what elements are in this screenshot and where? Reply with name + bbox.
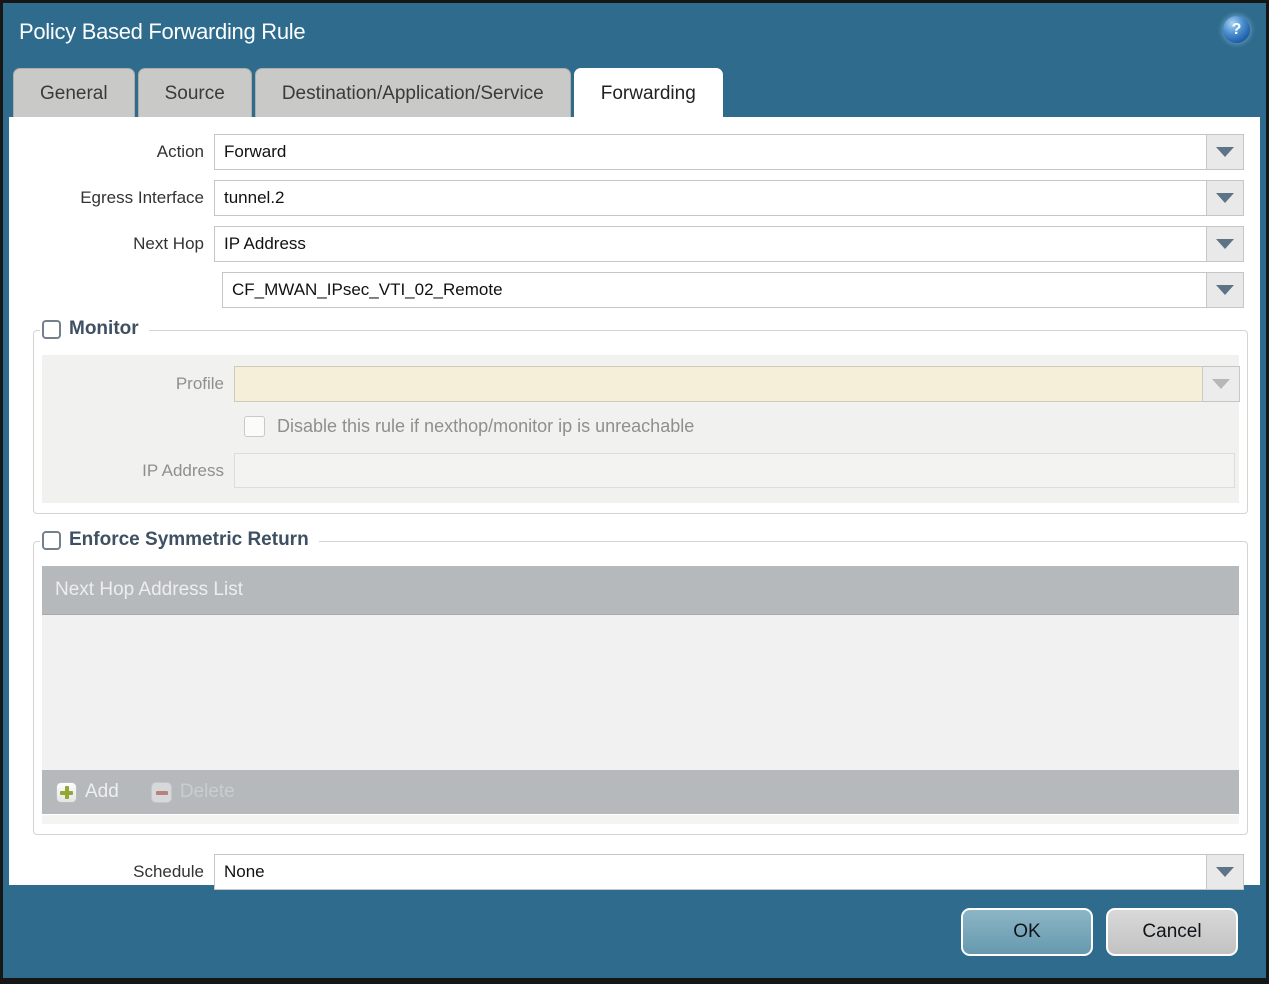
egress-interface-dropdown-button[interactable] — [1207, 180, 1244, 216]
monitor-ip-address-row: IP Address — [42, 453, 1239, 488]
next-hop-row: Next Hop IP Address — [9, 226, 1260, 262]
action-row: Action Forward — [9, 134, 1260, 170]
next-hop-type-dropdown-button[interactable] — [1207, 226, 1244, 262]
monitor-panel: Profile Disable this rule if nexthop/mon… — [42, 355, 1240, 503]
next-hop-address-table: Next Hop Address List Add Delete — [42, 566, 1239, 824]
next-hop-address-dropdown-button[interactable] — [1207, 272, 1244, 308]
delete-button: Delete — [150, 781, 235, 803]
next-hop-address-select[interactable]: CF_MWAN_IPsec_VTI_02_Remote — [222, 272, 1207, 308]
ok-button[interactable]: OK — [961, 907, 1093, 956]
symmetric-return-groupbox: Enforce Symmetric Return Next Hop Addres… — [33, 529, 1248, 835]
monitor-legend: Monitor — [40, 318, 149, 340]
chevron-down-icon — [1216, 285, 1234, 295]
symmetric-return-legend-title: Enforce Symmetric Return — [69, 529, 309, 550]
chevron-down-icon — [1216, 193, 1234, 203]
profile-select — [234, 366, 1203, 402]
disable-rule-row: Disable this rule if nexthop/monitor ip … — [42, 416, 1239, 437]
profile-label: Profile — [175, 374, 224, 393]
next-hop-label: Next Hop — [133, 234, 204, 253]
disable-rule-label: Disable this rule if nexthop/monitor ip … — [277, 416, 695, 436]
table-scrollbar-track[interactable] — [42, 815, 1239, 824]
next-hop-address-list-column-header: Next Hop Address List — [42, 566, 1239, 615]
tab-forwarding[interactable]: Forwarding — [573, 68, 723, 117]
dialog-title: Policy Based Forwarding Rule — [19, 19, 306, 44]
tab-general[interactable]: General — [13, 68, 135, 117]
policy-based-forwarding-dialog: Policy Based Forwarding Rule ? General S… — [0, 0, 1269, 984]
monitor-ip-address-label: IP Address — [142, 460, 224, 480]
chevron-down-icon — [1216, 867, 1234, 877]
next-hop-address-row: CF_MWAN_IPsec_VTI_02_Remote — [9, 272, 1260, 308]
chevron-down-icon — [1216, 239, 1234, 249]
egress-interface-row: Egress Interface tunnel.2 — [9, 180, 1260, 216]
next-hop-type-select[interactable]: IP Address — [214, 226, 1207, 262]
disable-rule-checkbox — [244, 416, 265, 437]
symmetric-return-legend: Enforce Symmetric Return — [40, 529, 319, 551]
minus-icon — [150, 781, 172, 803]
dialog-footer: OK Cancel — [3, 885, 1266, 978]
action-dropdown-button[interactable] — [1207, 134, 1244, 170]
profile-row: Profile — [42, 366, 1240, 402]
egress-interface-label: Egress Interface — [80, 188, 204, 207]
monitor-groupbox: Monitor Profile Disable this rule if nex… — [33, 318, 1248, 514]
chevron-down-icon — [1216, 147, 1234, 157]
profile-dropdown-button — [1203, 366, 1240, 402]
tab-destination-application-service[interactable]: Destination/Application/Service — [254, 68, 571, 117]
add-button-label: Add — [85, 781, 119, 802]
egress-interface-select[interactable]: tunnel.2 — [214, 180, 1207, 216]
dialog-titlebar: Policy Based Forwarding Rule ? — [3, 3, 1266, 61]
action-label: Action — [156, 142, 204, 161]
monitor-ip-address-input — [234, 453, 1235, 488]
schedule-label: Schedule — [133, 862, 204, 881]
help-icon[interactable]: ? — [1223, 16, 1250, 43]
monitor-legend-title: Monitor — [69, 318, 139, 339]
next-hop-address-table-body[interactable] — [42, 615, 1239, 770]
add-button[interactable]: Add — [56, 781, 119, 803]
delete-button-label: Delete — [179, 781, 235, 802]
action-select[interactable]: Forward — [214, 134, 1207, 170]
plus-icon — [56, 781, 77, 803]
tab-source[interactable]: Source — [137, 68, 252, 117]
enforce-symmetric-return-checkbox[interactable] — [42, 530, 61, 550]
next-hop-address-table-footer: Add Delete — [42, 770, 1239, 814]
monitor-checkbox[interactable] — [42, 319, 61, 339]
chevron-down-icon — [1212, 379, 1230, 389]
tab-bar: General Source Destination/Application/S… — [3, 61, 1266, 117]
forwarding-tab-content: Action Forward Egress Interface tunnel.2… — [9, 117, 1260, 890]
cancel-button[interactable]: Cancel — [1106, 907, 1238, 956]
